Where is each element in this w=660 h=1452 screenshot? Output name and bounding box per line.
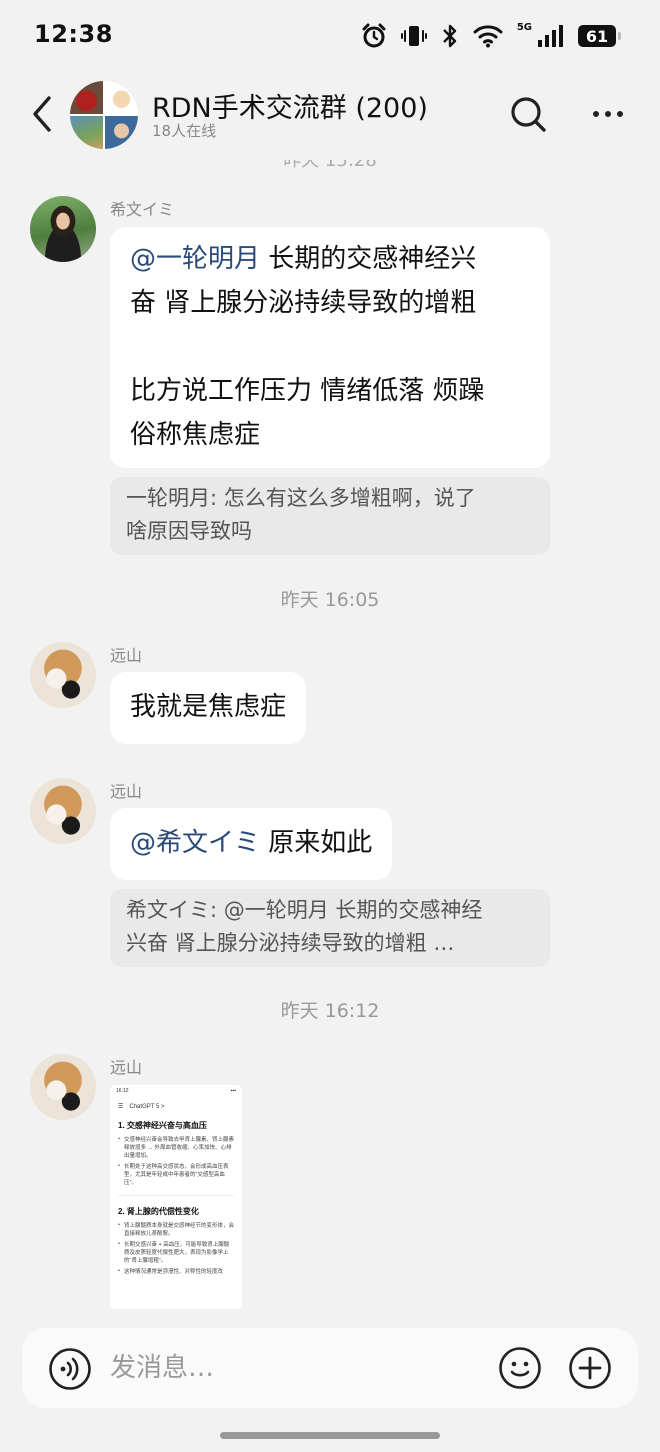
image-status-bar: 16:12 ▪▪▪ <box>110 1085 242 1097</box>
timestamp: 昨天 16:12 <box>280 1000 380 1022</box>
image-app-header: ☰ ChatGPT 5 > <box>110 1097 242 1116</box>
group-member-avatar-2 <box>105 81 138 114</box>
emoji-icon <box>499 1347 541 1389</box>
search-icon <box>511 97 546 132</box>
back-button[interactable] <box>24 92 60 136</box>
image-heading: 2. 肾上腺的代偿性变化 <box>118 1207 199 1216</box>
message-text-line: @一轮明月 长期的交感神经兴 <box>130 237 530 281</box>
input-bar <box>22 1328 638 1408</box>
sender-name: 希文イミ <box>110 200 175 219</box>
search-button[interactable] <box>508 94 548 134</box>
voice-button[interactable] <box>48 1347 92 1391</box>
quoted-message[interactable]: 一轮明月: 怎么有这么多增粗啊，说了 啥原因导致吗 <box>110 477 550 555</box>
wifi-icon <box>473 25 503 48</box>
timestamp: 昨天 15:28 <box>283 160 377 171</box>
chat-header: RDN手术交流群 (200) 18人在线 <box>0 72 660 160</box>
more-dot <box>605 111 611 117</box>
mention-link[interactable]: @一轮明月 <box>130 244 260 274</box>
battery-level: 61 <box>585 26 609 46</box>
image-message[interactable]: 16:12 ▪▪▪ ☰ ChatGPT 5 > 1. 交感神经兴奋与高血压 交感… <box>110 1085 242 1309</box>
quote-line: 兴奋 肾上腺分泌持续导致的增粗 … <box>126 931 455 955</box>
message-text: 原来如此 <box>260 828 373 858</box>
message-bubble[interactable]: @希文イミ 原来如此 <box>110 808 393 880</box>
quote-line: 希文イミ: @一轮明月 长期的交感神经 <box>126 898 483 922</box>
quoted-message[interactable]: 希文イミ: @一轮明月 长期的交感神经 兴奋 肾上腺分泌持续导致的增粗 … <box>110 889 550 967</box>
message-input[interactable] <box>110 1348 470 1388</box>
home-indicator[interactable] <box>220 1432 440 1439</box>
group-member-avatar-3 <box>70 116 103 149</box>
image-bullet: 长期交感兴奋 + 高血压，可能导致肾上腺髓质及皮质轻度代偿性肥大，表现为影像学上… <box>110 1240 242 1267</box>
chevron-left-icon <box>33 96 51 132</box>
voice-icon <box>49 1348 91 1390</box>
quote-line: 一轮明月: 怎么有这么多增粗啊，说了 <box>126 486 476 510</box>
image-bullet: 交感神经兴奋会导致去甲肾上腺素、肾上腺素释放增多 → 外周血管收缩、心率加快、心… <box>110 1135 242 1162</box>
status-bar: 12:38 5G 61 <box>0 0 660 72</box>
message-text: 长期的交感神经兴 <box>260 244 477 274</box>
timestamp: 昨天 16:05 <box>280 589 380 611</box>
message-text: 我就是焦虑症 <box>130 692 287 722</box>
battery-icon: 61 <box>578 25 621 47</box>
message-text-line: 比方说工作压力 情绪低落 烦躁 <box>130 376 485 406</box>
message-list[interactable]: 昨天 15:28 希文イミ @一轮明月 长期的交感神经兴 奋 肾上腺分泌持续导致… <box>0 160 660 1325</box>
sender-name: 远山 <box>110 782 143 801</box>
network-type: 5G <box>516 22 532 33</box>
signal-icon <box>538 25 563 47</box>
message-text-line: 俗称焦虑症 <box>130 420 261 450</box>
image-menu-icon: ☰ <box>118 1104 124 1110</box>
message-bubble[interactable]: 我就是焦虑症 <box>110 672 307 744</box>
image-bullet: 长期处于这种高交感状态，会形成高血压表型，尤其是年轻或中年患者的“交感型高血压”… <box>110 1162 242 1189</box>
message-text-line: 奋 肾上腺分泌持续导致的增粗 <box>130 288 477 318</box>
image-bullet: 这种情况通常是弥漫性、对称性的轻度改 <box>110 1267 242 1278</box>
image-app-title: ChatGPT 5 > <box>129 1103 165 1110</box>
group-member-avatar-4 <box>105 116 138 149</box>
more-dot <box>617 111 623 117</box>
vibrate-icon <box>400 26 427 46</box>
image-status-time: 16:12 <box>116 1088 129 1094</box>
mention-link[interactable]: @希文イミ <box>130 828 260 858</box>
sender-name: 远山 <box>110 646 143 665</box>
image-status-icons: ▪▪▪ <box>230 1088 236 1094</box>
plus-button[interactable] <box>568 1346 612 1390</box>
image-divider <box>118 1195 234 1196</box>
group-member-avatar-1 <box>70 81 103 114</box>
group-avatar[interactable] <box>70 81 138 149</box>
online-count: 18人在线 <box>152 122 217 140</box>
plus-icon <box>569 1347 611 1389</box>
quote-line: 啥原因导致吗 <box>126 519 252 543</box>
bluetooth-icon <box>442 24 457 48</box>
image-bullet: 肾上腺髓质本身就是交感神经节的变形体，会直接释放儿茶酚胺。 <box>110 1221 242 1240</box>
status-time: 12:38 <box>34 20 113 48</box>
status-icons: 5G 61 <box>361 20 621 52</box>
message-bubble[interactable]: @一轮明月 长期的交感神经兴 奋 肾上腺分泌持续导致的增粗 比方说工作压力 情绪… <box>110 227 550 468</box>
avatar[interactable] <box>30 778 96 844</box>
emoji-button[interactable] <box>498 1346 542 1390</box>
avatar[interactable] <box>30 196 96 262</box>
avatar[interactable] <box>30 642 96 708</box>
image-heading: 1. 交感神经兴奋与高血压 <box>118 1121 207 1130</box>
sender-name: 远山 <box>110 1058 143 1077</box>
alarm-icon <box>362 23 386 48</box>
more-button[interactable] <box>588 94 628 134</box>
more-dot <box>593 111 599 117</box>
avatar[interactable] <box>30 1054 96 1120</box>
